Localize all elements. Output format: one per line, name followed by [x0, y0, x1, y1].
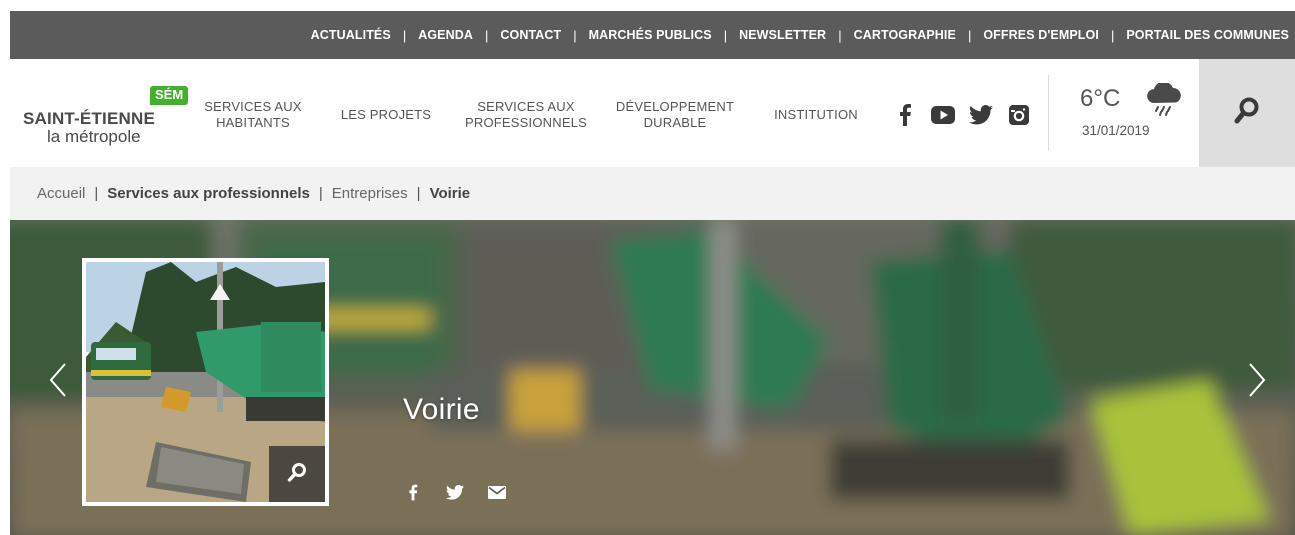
- hero-thumbnail[interactable]: [82, 258, 329, 506]
- breadcrumb-separator: |: [318, 185, 323, 202]
- nav-label-line1: DÉVELOPPEMENT: [615, 99, 735, 114]
- chevron-left-icon: [49, 362, 67, 403]
- top-separator: |: [484, 27, 489, 43]
- top-link-offres-emploi[interactable]: OFFRES D'EMPLOI: [983, 28, 1099, 42]
- breadcrumb-services-professionnels[interactable]: Services aux professionnels: [107, 185, 310, 202]
- youtube-icon[interactable]: [930, 103, 956, 127]
- nav-services-professionnels[interactable]: SERVICES AUX PROFESSIONNELS: [460, 95, 592, 135]
- carousel-prev-button[interactable]: [43, 360, 73, 404]
- top-link-agenda[interactable]: AGENDA: [418, 28, 473, 42]
- weather-temperature: 6°C: [1080, 85, 1121, 112]
- top-separator: |: [838, 27, 842, 43]
- top-separator: |: [967, 27, 972, 43]
- mail-icon[interactable]: [487, 482, 507, 502]
- facebook-icon[interactable]: [403, 482, 423, 502]
- top-separator: |: [573, 27, 577, 43]
- nav-label-line1: SERVICES AUX: [477, 99, 575, 114]
- breadcrumb-separator: |: [94, 185, 99, 202]
- nav-label-line1: SERVICES AUX: [204, 99, 302, 114]
- top-link-actualites[interactable]: ACTUALITÉS: [311, 28, 391, 42]
- nav-les-projets[interactable]: LES PROJETS: [336, 95, 436, 135]
- top-link-contact[interactable]: CONTACT: [500, 28, 561, 42]
- top-link-newsletter[interactable]: NEWSLETTER: [739, 28, 826, 42]
- nav-institution[interactable]: INSTITUTION: [766, 95, 866, 135]
- top-separator: |: [402, 27, 407, 43]
- nav-services-habitants[interactable]: SERVICES AUX HABITANTS: [198, 95, 308, 135]
- nav-label-line2: PROFESSIONNELS: [465, 115, 587, 130]
- page: ACTUALITÉS | AGENDA | CONTACT | MARCHÉS …: [0, 0, 1295, 535]
- main-header: SÉM SAINT-ÉTIENNE la métropole SERVICES …: [10, 59, 1295, 167]
- facebook-icon[interactable]: [892, 103, 918, 127]
- chevron-right-icon: [1248, 362, 1266, 403]
- weather-widget: 6°C 31/01/2019: [1080, 81, 1190, 145]
- weather-date: 31/01/2019: [1082, 123, 1150, 138]
- search-icon: [287, 462, 307, 487]
- top-separator: |: [723, 27, 728, 43]
- twitter-icon[interactable]: [968, 103, 994, 127]
- breadcrumb-separator: |: [416, 185, 421, 202]
- logo-badge: SÉM: [150, 86, 189, 105]
- nav-label-line1: LES PROJETS: [340, 107, 432, 122]
- rain-cloud-icon: [1144, 81, 1184, 122]
- search-icon: [1234, 97, 1260, 130]
- nav-label-line2: HABITANTS: [216, 115, 290, 130]
- top-utility-bar: ACTUALITÉS | AGENDA | CONTACT | MARCHÉS …: [10, 11, 1295, 59]
- site-logo[interactable]: SÉM SAINT-ÉTIENNE la métropole: [23, 84, 189, 149]
- carousel-next-button[interactable]: [1242, 360, 1272, 404]
- top-link-marches-publics[interactable]: MARCHÉS PUBLICS: [589, 28, 712, 42]
- top-separator: |: [1110, 27, 1115, 43]
- thumbnail-image: [86, 262, 325, 502]
- nav-label-line1: INSTITUTION: [774, 107, 858, 122]
- thumbnail-zoom-button[interactable]: [269, 446, 325, 502]
- logo-line1: SAINT-ÉTIENNE: [23, 109, 156, 128]
- breadcrumb-entreprises[interactable]: Entreprises: [332, 185, 408, 202]
- top-link-portail-communes[interactable]: PORTAIL DES COMMUNES: [1126, 28, 1289, 42]
- logo-line2: la métropole: [47, 127, 141, 146]
- top-link-cartographie[interactable]: CARTOGRAPHIE: [854, 28, 956, 42]
- breadcrumb: Accueil | Services aux professionnels | …: [10, 167, 1295, 220]
- twitter-icon[interactable]: [445, 482, 465, 502]
- hero-banner: Voirie: [10, 220, 1295, 535]
- nav-developpement-durable[interactable]: DÉVELOPPEMENT DURABLE: [610, 95, 740, 135]
- header-divider: [1048, 75, 1049, 151]
- breadcrumb-home[interactable]: Accueil: [37, 185, 85, 202]
- search-button[interactable]: [1199, 59, 1295, 167]
- breadcrumb-current: Voirie: [429, 185, 471, 202]
- instagram-icon[interactable]: [1006, 103, 1032, 127]
- social-links: [892, 103, 1032, 127]
- hero-title: Voirie: [403, 393, 480, 426]
- nav-label-line2: DURABLE: [643, 115, 707, 130]
- hero-share-links: [403, 482, 507, 502]
